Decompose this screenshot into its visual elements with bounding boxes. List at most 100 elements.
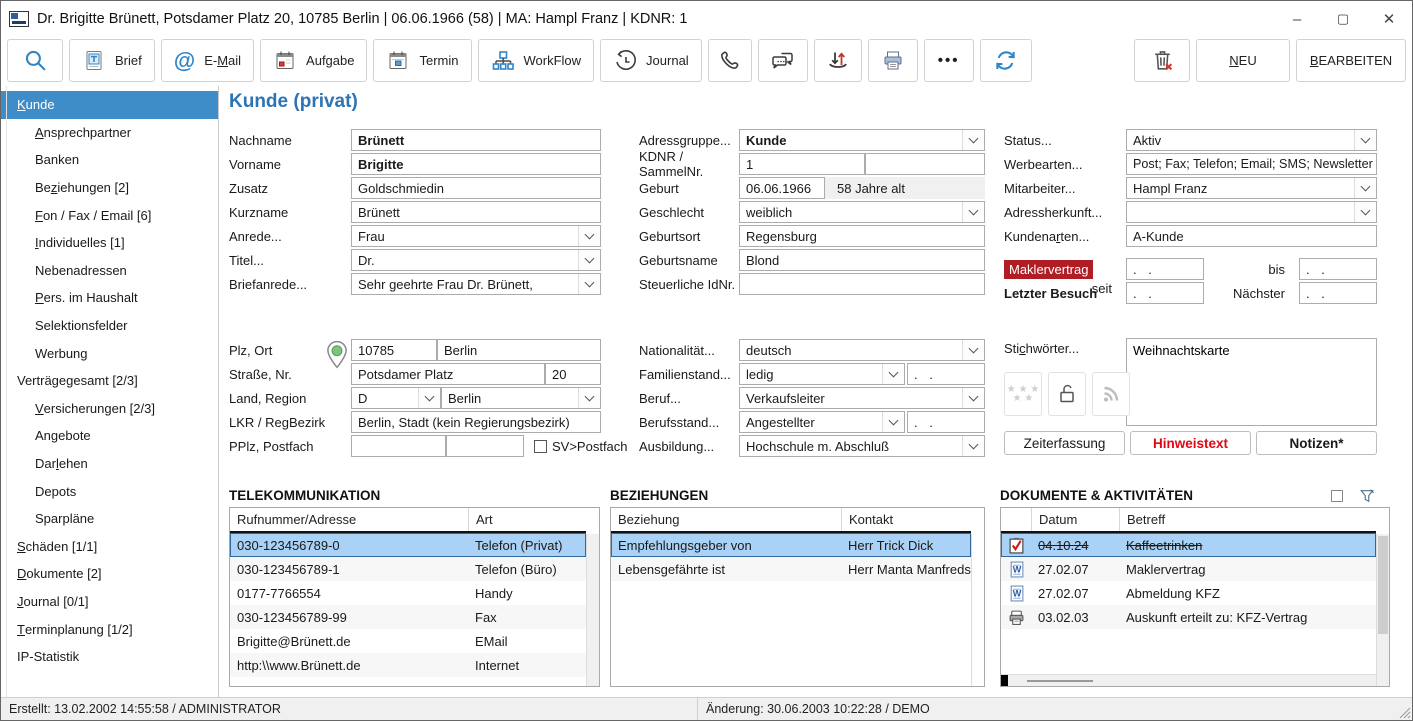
table-row[interactable]: 030-123456789-99Fax (230, 605, 586, 629)
status-select[interactable]: Aktiv (1126, 129, 1377, 151)
sidebar-item-nebenadressen[interactable]: Nebenadressen (1, 257, 218, 285)
sidebar-item-beziehungen[interactable]: Beziehungen [2] (1, 174, 218, 202)
column-header[interactable]: Kontakt (841, 508, 971, 531)
strasse-field[interactable]: Potsdamer Platz (351, 363, 545, 385)
berufsstand-datum-field[interactable]: . . (907, 411, 985, 433)
sv-postfach-checkbox[interactable] (534, 440, 547, 453)
chevron-down-icon[interactable] (418, 388, 440, 408)
table-row[interactable]: 030-123456789-0Telefon (Privat) (230, 533, 586, 557)
pplz-field[interactable] (351, 435, 446, 457)
familienstand-select[interactable]: ledig (739, 363, 905, 385)
chevron-down-icon[interactable] (1354, 202, 1376, 222)
sidebar-item-schaeden[interactable]: Schäden [1/1] (1, 533, 218, 561)
stichwoerter-textarea[interactable]: Weihnachtskarte (1126, 338, 1377, 426)
import-export-button[interactable] (814, 39, 862, 82)
sidebar-item-depots[interactable]: Depots (1, 477, 218, 505)
hinweistext-button[interactable]: Hinweistext (1130, 431, 1251, 455)
workflow-button[interactable]: WorkFlow (478, 39, 595, 82)
rating-stars-button[interactable]: ★ ★ ★★ ★ (1004, 372, 1042, 416)
table-row[interactable]: 03.02.03 Auskunft erteilt zu: KFZ-Vertra… (1001, 605, 1376, 629)
journal-button[interactable]: Journal (600, 39, 702, 82)
phone-button[interactable] (708, 39, 752, 82)
sidebar-item-dokumente[interactable]: Dokumente [2] (1, 560, 218, 588)
chevron-down-icon[interactable] (962, 202, 984, 222)
sidebar-item-journal[interactable]: Journal [0/1] (1, 588, 218, 616)
makler-seit-field[interactable]: . . (1126, 258, 1204, 280)
vertical-scrollbar[interactable] (971, 534, 984, 686)
sidebar-item-vertraege-gesamt[interactable]: Verträge gesamt [2/3] (1, 367, 218, 395)
plz-field[interactable]: 10785 (351, 339, 437, 361)
sidebar-item-angebote[interactable]: Angebote (1, 422, 218, 450)
sidebar-item-banken[interactable]: Banken (1, 146, 218, 174)
column-header[interactable]: Datum (1031, 508, 1119, 531)
sidebar-item-darlehen[interactable]: Darlehen (1, 450, 218, 478)
chevron-down-icon[interactable] (962, 130, 984, 150)
sidebar-item-fon-fax-email[interactable]: Fon / Fax / Email [6] (1, 201, 218, 229)
filter-funnel-icon[interactable] (1359, 488, 1375, 504)
sidebar-item-ansprechpartner[interactable]: Ansprechpartner (1, 119, 218, 147)
adressherkunft-select[interactable] (1126, 201, 1377, 223)
lock-button[interactable] (1048, 372, 1086, 416)
ort-field[interactable]: Berlin (437, 339, 601, 361)
vertical-scrollbar[interactable] (1376, 534, 1389, 686)
chevron-down-icon[interactable] (578, 388, 600, 408)
sidebar-item-ip-statistik[interactable]: IP-Statistik (1, 643, 218, 671)
column-header[interactable]: Beziehung (611, 512, 841, 527)
column-header[interactable]: Art (468, 508, 586, 531)
bearbeiten-button[interactable]: BEARBEITEN (1296, 39, 1406, 82)
neu-button[interactable]: NEU (1196, 39, 1290, 82)
scrollbar-thumb[interactable] (1378, 536, 1388, 634)
briefanrede-select[interactable]: Sehr geehrte Frau Dr. Brünett, (351, 273, 601, 295)
dokumente-checkbox[interactable] (1331, 490, 1343, 502)
sidebar-item-individuelles[interactable]: Individuelles [1] (1, 229, 218, 257)
makler-bis-field[interactable]: . . (1299, 258, 1377, 280)
anrede-select[interactable]: Frau (351, 225, 601, 247)
kundenarten-field[interactable]: A-Kunde (1126, 225, 1377, 247)
beruf-select[interactable]: Verkaufsleiter (739, 387, 985, 409)
chevron-down-icon[interactable] (962, 340, 984, 360)
close-button[interactable]: ✕ (1366, 1, 1412, 37)
postfach-field[interactable] (446, 435, 524, 457)
brief-button[interactable]: Brief (69, 39, 155, 82)
chevron-down-icon[interactable] (1354, 130, 1376, 150)
chevron-down-icon[interactable] (578, 226, 600, 246)
delete-button[interactable] (1134, 39, 1190, 82)
nationalitaet-select[interactable]: deutsch (739, 339, 985, 361)
search-button[interactable] (7, 39, 63, 82)
geburtsname-field[interactable]: Blond (739, 249, 985, 271)
maximize-button[interactable]: ▢ (1320, 1, 1366, 37)
zeiterfassung-button[interactable]: Zeiterfassung (1004, 431, 1125, 455)
chevron-down-icon[interactable] (578, 274, 600, 294)
chat-button[interactable] (758, 39, 808, 82)
notizen-button[interactable]: Notizen* (1256, 431, 1377, 455)
refresh-button[interactable] (980, 39, 1032, 82)
chevron-down-icon[interactable] (1354, 178, 1376, 198)
vertical-scrollbar[interactable] (586, 534, 599, 686)
email-button[interactable]: @ E-Mail (161, 39, 254, 82)
chevron-down-icon[interactable] (882, 364, 904, 384)
lkr-field[interactable]: Berlin, Stadt (kein Regierungsbezirk) (351, 411, 601, 433)
chevron-down-icon[interactable] (962, 388, 984, 408)
chevron-down-icon[interactable] (962, 436, 984, 456)
horizontal-scrollbar[interactable] (1001, 674, 1376, 686)
sidebar-item-kunde[interactable]: Kunde (1, 91, 218, 119)
table-row[interactable]: Brigitte@Brünett.deEMail (230, 629, 586, 653)
letzter-besuch-field[interactable]: . . (1126, 282, 1204, 304)
werbearten-field[interactable]: Post; Fax; Telefon; Email; SMS; Newslett… (1126, 153, 1377, 175)
aufgabe-button[interactable]: Aufgabe (260, 39, 367, 82)
sidebar-item-werbung[interactable]: Werbung (1, 339, 218, 367)
vorname-field[interactable]: Brigitte (351, 153, 601, 175)
familienstand-datum-field[interactable]: . . (907, 363, 985, 385)
region-select[interactable]: Berlin (441, 387, 601, 409)
geschlecht-select[interactable]: weiblich (739, 201, 985, 223)
kdnr-field[interactable]: 1 (739, 153, 865, 175)
table-row[interactable]: 04.10.24 Kaffeetrinken (1001, 533, 1376, 557)
table-row[interactable]: Lebensgefährte istHerr Manta Manfreds (611, 557, 971, 581)
geburt-field[interactable]: 06.06.1966 (739, 177, 825, 199)
titel-select[interactable]: Dr. (351, 249, 601, 271)
zusatz-field[interactable]: Goldschmiedin (351, 177, 601, 199)
geburtsort-field[interactable]: Regensburg (739, 225, 985, 247)
table-row[interactable]: W 27.02.07 Abmeldung KFZ (1001, 581, 1376, 605)
chevron-down-icon[interactable] (882, 412, 904, 432)
sidebar-item-versicherungen[interactable]: Versicherungen [2/3] (1, 395, 218, 423)
